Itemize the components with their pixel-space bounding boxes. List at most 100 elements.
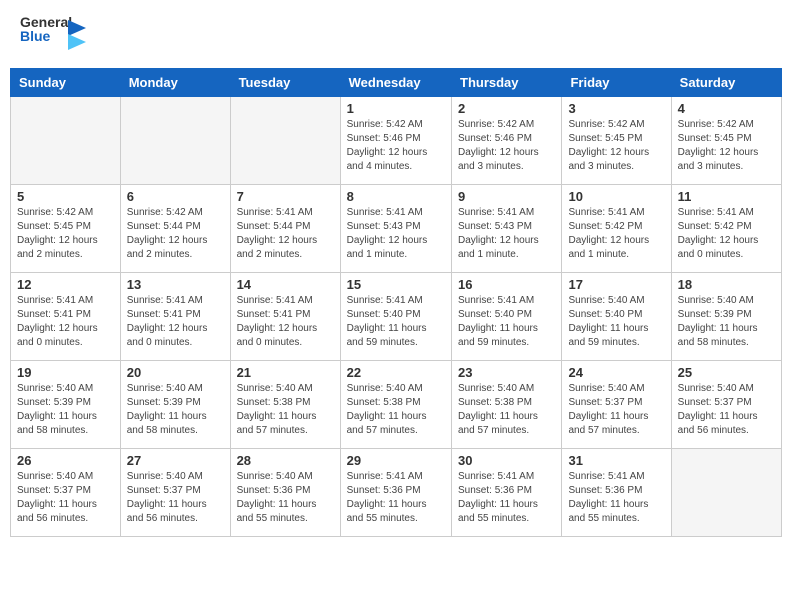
day-number: 9 [458,189,555,204]
day-number: 5 [17,189,114,204]
day-number: 17 [568,277,664,292]
calendar-cell [11,97,121,185]
day-info: Sunrise: 5:42 AM Sunset: 5:44 PM Dayligh… [127,206,224,262]
day-info: Sunrise: 5:41 AM Sunset: 5:41 PM Dayligh… [237,294,334,350]
day-number: 22 [347,365,445,380]
calendar-cell: 18 Sunrise: 5:40 AM Sunset: 5:39 PM Dayli… [671,273,781,361]
day-number: 14 [237,277,334,292]
day-info: Sunrise: 5:41 AM Sunset: 5:42 PM Dayligh… [568,206,664,262]
calendar-table: SundayMondayTuesdayWednesdayThursdayFrid… [10,68,782,537]
day-info: Sunrise: 5:41 AM Sunset: 5:36 PM Dayligh… [458,470,555,526]
calendar-cell: 16 Sunrise: 5:41 AM Sunset: 5:40 PM Dayli… [452,273,562,361]
calendar-cell: 27 Sunrise: 5:40 AM Sunset: 5:37 PM Dayli… [120,449,230,537]
day-number: 28 [237,453,334,468]
calendar-cell: 8Sunrise: 5:41 AM Sunset: 5:43 PM Daylig… [340,185,451,273]
day-info: Sunrise: 5:42 AM Sunset: 5:45 PM Dayligh… [17,206,114,262]
calendar-cell [671,449,781,537]
day-info: Sunrise: 5:41 AM Sunset: 5:43 PM Dayligh… [347,206,445,262]
calendar-cell: 7 Sunrise: 5:41 AM Sunset: 5:44 PM Daylig… [230,185,340,273]
calendar-cell: 25Sunrise: 5:40 AM Sunset: 5:37 PM Dayli… [671,361,781,449]
day-header-friday: Friday [562,69,671,97]
day-info: Sunrise: 5:42 AM Sunset: 5:46 PM Dayligh… [347,118,445,174]
day-info: Sunrise: 5:41 AM Sunset: 5:44 PM Dayligh… [237,206,334,262]
day-number: 24 [568,365,664,380]
day-info: Sunrise: 5:40 AM Sunset: 5:39 PM Dayligh… [17,382,114,438]
day-number: 13 [127,277,224,292]
day-number: 27 [127,453,224,468]
day-number: 31 [568,453,664,468]
day-info: Sunrise: 5:40 AM Sunset: 5:39 PM Dayligh… [127,382,224,438]
day-info: Sunrise: 5:40 AM Sunset: 5:40 PM Dayligh… [568,294,664,350]
calendar-cell [230,97,340,185]
day-number: 21 [237,365,334,380]
day-number: 15 [347,277,445,292]
days-header-row: SundayMondayTuesdayWednesdayThursdayFrid… [11,69,782,97]
day-header-thursday: Thursday [452,69,562,97]
day-info: Sunrise: 5:41 AM Sunset: 5:40 PM Dayligh… [347,294,445,350]
calendar-cell: 22 Sunrise: 5:40 AM Sunset: 5:38 PM Dayli… [340,361,451,449]
day-number: 19 [17,365,114,380]
day-number: 30 [458,453,555,468]
calendar-cell: 10Sunrise: 5:41 AM Sunset: 5:42 PM Dayli… [562,185,671,273]
day-info: Sunrise: 5:40 AM Sunset: 5:38 PM Dayligh… [458,382,555,438]
calendar-cell: 29 Sunrise: 5:41 AM Sunset: 5:36 PM Dayli… [340,449,451,537]
calendar-cell: 28 Sunrise: 5:40 AM Sunset: 5:36 PM Dayli… [230,449,340,537]
day-info: Sunrise: 5:42 AM Sunset: 5:45 PM Dayligh… [568,118,664,174]
day-number: 18 [678,277,775,292]
day-number: 26 [17,453,114,468]
day-info: Sunrise: 5:40 AM Sunset: 5:38 PM Dayligh… [237,382,334,438]
calendar-cell: 4Sunrise: 5:42 AM Sunset: 5:45 PM Daylig… [671,97,781,185]
day-header-wednesday: Wednesday [340,69,451,97]
day-info: Sunrise: 5:41 AM Sunset: 5:41 PM Dayligh… [127,294,224,350]
day-number: 23 [458,365,555,380]
week-row-3: 12 Sunrise: 5:41 AM Sunset: 5:41 PM Dayli… [11,273,782,361]
day-info: Sunrise: 5:41 AM Sunset: 5:42 PM Dayligh… [678,206,775,262]
calendar-cell: 6 Sunrise: 5:42 AM Sunset: 5:44 PM Daylig… [120,185,230,273]
day-number: 1 [347,101,445,116]
day-info: Sunrise: 5:41 AM Sunset: 5:36 PM Dayligh… [568,470,664,526]
calendar-cell: 1 Sunrise: 5:42 AM Sunset: 5:46 PM Daylig… [340,97,451,185]
calendar-cell: 24 Sunrise: 5:40 AM Sunset: 5:37 PM Dayli… [562,361,671,449]
calendar-cell: 14 Sunrise: 5:41 AM Sunset: 5:41 PM Dayli… [230,273,340,361]
day-info: Sunrise: 5:40 AM Sunset: 5:36 PM Dayligh… [237,470,334,526]
week-row-4: 19 Sunrise: 5:40 AM Sunset: 5:39 PM Dayli… [11,361,782,449]
day-header-saturday: Saturday [671,69,781,97]
page-header: General Blue [10,10,782,60]
calendar-cell: 3 Sunrise: 5:42 AM Sunset: 5:45 PM Daylig… [562,97,671,185]
calendar-cell: 30 Sunrise: 5:41 AM Sunset: 5:36 PM Dayli… [452,449,562,537]
calendar-cell: 31 Sunrise: 5:41 AM Sunset: 5:36 PM Dayli… [562,449,671,537]
week-row-2: 5 Sunrise: 5:42 AM Sunset: 5:45 PM Daylig… [11,185,782,273]
day-number: 12 [17,277,114,292]
day-number: 4 [678,101,775,116]
day-number: 6 [127,189,224,204]
day-info: Sunrise: 5:41 AM Sunset: 5:40 PM Dayligh… [458,294,555,350]
day-info: Sunrise: 5:41 AM Sunset: 5:43 PM Dayligh… [458,206,555,262]
day-info: Sunrise: 5:40 AM Sunset: 5:37 PM Dayligh… [568,382,664,438]
day-number: 3 [568,101,664,116]
day-number: 11 [678,189,775,204]
calendar-cell: 2 Sunrise: 5:42 AM Sunset: 5:46 PM Daylig… [452,97,562,185]
calendar-cell: 23 Sunrise: 5:40 AM Sunset: 5:38 PM Dayli… [452,361,562,449]
calendar-cell: 13 Sunrise: 5:41 AM Sunset: 5:41 PM Dayli… [120,273,230,361]
calendar-cell: 17 Sunrise: 5:40 AM Sunset: 5:40 PM Dayli… [562,273,671,361]
day-number: 29 [347,453,445,468]
day-info: Sunrise: 5:40 AM Sunset: 5:38 PM Dayligh… [347,382,445,438]
day-info: Sunrise: 5:41 AM Sunset: 5:36 PM Dayligh… [347,470,445,526]
calendar-cell: 26Sunrise: 5:40 AM Sunset: 5:37 PM Dayli… [11,449,121,537]
calendar-cell: 19 Sunrise: 5:40 AM Sunset: 5:39 PM Dayli… [11,361,121,449]
day-header-sunday: Sunday [11,69,121,97]
day-info: Sunrise: 5:40 AM Sunset: 5:39 PM Dayligh… [678,294,775,350]
day-number: 7 [237,189,334,204]
calendar-cell [120,97,230,185]
calendar-cell: 20 Sunrise: 5:40 AM Sunset: 5:39 PM Dayli… [120,361,230,449]
calendar-cell: 15 Sunrise: 5:41 AM Sunset: 5:40 PM Dayli… [340,273,451,361]
calendar-cell: 9 Sunrise: 5:41 AM Sunset: 5:43 PM Daylig… [452,185,562,273]
day-number: 16 [458,277,555,292]
day-number: 20 [127,365,224,380]
day-info: Sunrise: 5:41 AM Sunset: 5:41 PM Dayligh… [17,294,114,350]
day-number: 2 [458,101,555,116]
day-info: Sunrise: 5:42 AM Sunset: 5:46 PM Dayligh… [458,118,555,174]
day-info: Sunrise: 5:40 AM Sunset: 5:37 PM Dayligh… [127,470,224,526]
logo: General Blue [20,15,70,55]
week-row-5: 26 Sunrise: 5:40 AM Sunset: 5:37 PM Dayli… [11,449,782,537]
